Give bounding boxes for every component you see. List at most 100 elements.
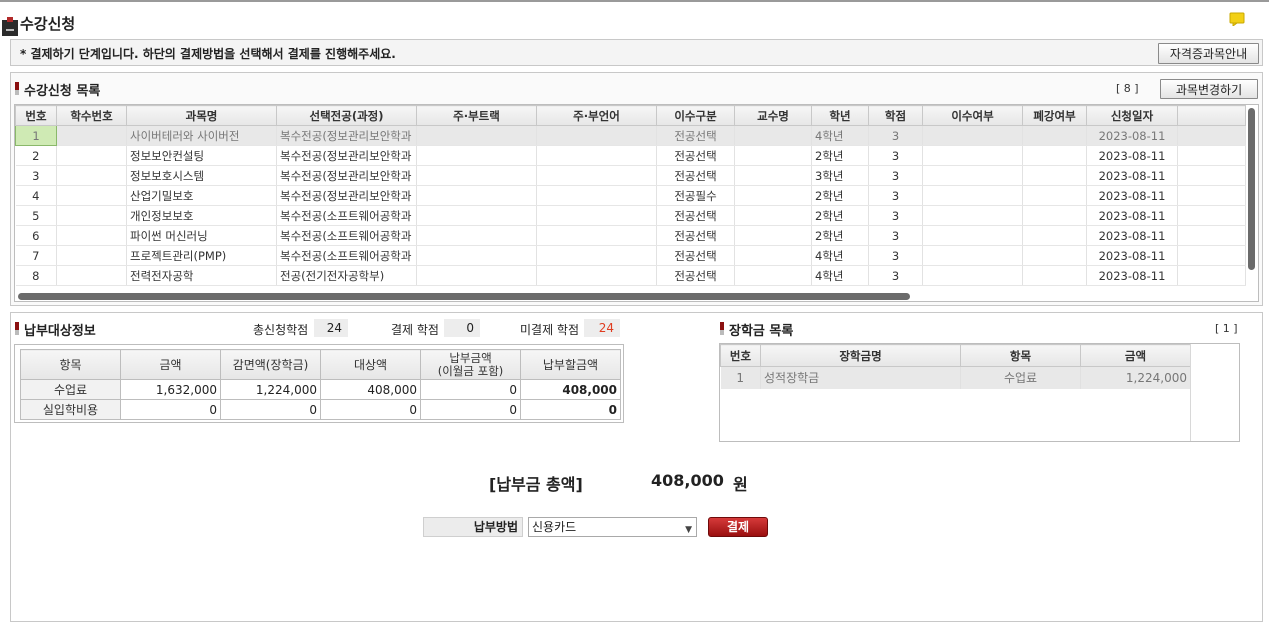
grade-year[interactable]: 4학년 xyxy=(811,245,869,266)
completed-status[interactable] xyxy=(922,145,1023,166)
row-number[interactable]: 4 xyxy=(15,185,57,206)
course-name[interactable]: 정보보안컨설팅 xyxy=(126,145,277,166)
apply-date[interactable]: 2023-08-11 xyxy=(1086,185,1178,206)
credits[interactable]: 3 xyxy=(868,245,923,266)
cert-course-button[interactable]: 자격증과목안내 xyxy=(1158,43,1259,64)
credits[interactable]: 3 xyxy=(868,125,923,146)
major-track[interactable]: 복수전공(정보관리보안학과 xyxy=(276,165,417,186)
credits[interactable]: 3 xyxy=(868,185,923,206)
col-header[interactable]: 선택전공(과정) xyxy=(276,105,417,126)
table-row[interactable]: 6 파이썬 머신러닝 복수전공(소프트웨어공학과 전공선택 2학년 3 2023-08-11 xyxy=(15,225,1246,246)
table-row[interactable]: 4 산업기밀보호 복수전공(정보관리보안학과 전공필수 2학년 3 2023-08-11 xyxy=(15,185,1246,206)
closed-status[interactable] xyxy=(1022,265,1087,286)
col-header[interactable]: 과목명 xyxy=(126,105,277,126)
col-header[interactable]: 학수번호 xyxy=(56,105,127,126)
col-header[interactable]: 항목 xyxy=(960,344,1081,367)
completed-status[interactable] xyxy=(922,185,1023,206)
main-sub-track[interactable] xyxy=(416,125,537,146)
main-sub-track[interactable] xyxy=(416,225,537,246)
credits[interactable]: 3 xyxy=(868,165,923,186)
completion-type[interactable]: 전공선택 xyxy=(656,165,735,186)
major-track[interactable]: 복수전공(정보관리보안학과 xyxy=(276,125,417,146)
completion-type[interactable]: 전공선택 xyxy=(656,245,735,266)
main-sub-track[interactable] xyxy=(416,205,537,226)
professor-name[interactable] xyxy=(734,245,812,266)
course-name[interactable]: 사이버테러와 사이버전 xyxy=(126,125,277,146)
row-number[interactable]: 6 xyxy=(15,225,57,246)
table-row[interactable]: 8 전력전자공학 전공(전기전자공학부) 전공선택 4학년 3 2023-08-11 xyxy=(15,265,1246,286)
apply-date[interactable]: 2023-08-11 xyxy=(1086,225,1178,246)
row-number[interactable]: 7 xyxy=(15,245,57,266)
course-code[interactable] xyxy=(56,185,127,206)
professor-name[interactable] xyxy=(734,125,812,146)
course-code[interactable] xyxy=(56,225,127,246)
professor-name[interactable] xyxy=(734,165,812,186)
col-header[interactable]: 교수명 xyxy=(734,105,812,126)
vertical-scrollbar[interactable] xyxy=(1248,108,1255,270)
main-sub-track[interactable] xyxy=(416,145,537,166)
col-header[interactable]: 번호 xyxy=(15,105,57,126)
major-track[interactable]: 복수전공(소프트웨어공학과 xyxy=(276,245,417,266)
pay-button[interactable]: 결제 xyxy=(708,517,768,537)
major-track[interactable]: 복수전공(소프트웨어공학과 xyxy=(276,205,417,226)
course-code[interactable] xyxy=(56,245,127,266)
major-track[interactable]: 복수전공(정보관리보안학과 xyxy=(276,185,417,206)
main-sub-language[interactable] xyxy=(536,205,657,226)
closed-status[interactable] xyxy=(1022,245,1087,266)
table-row[interactable]: 7 프로젝트관리(PMP) 복수전공(소프트웨어공학과 전공선택 4학년 3 2023-08… xyxy=(15,245,1246,266)
grade-year[interactable]: 2학년 xyxy=(811,205,869,226)
main-sub-language[interactable] xyxy=(536,185,657,206)
memo-icon[interactable] xyxy=(1229,12,1245,26)
completion-type[interactable]: 전공선택 xyxy=(656,225,735,246)
course-name[interactable]: 프로젝트관리(PMP) xyxy=(126,245,277,266)
apply-date[interactable]: 2023-08-11 xyxy=(1086,205,1178,226)
main-sub-language[interactable] xyxy=(536,145,657,166)
col-header[interactable]: 금액 xyxy=(1080,344,1191,367)
grade-year[interactable]: 2학년 xyxy=(811,145,869,166)
row-number[interactable]: 3 xyxy=(15,165,57,186)
main-sub-language[interactable] xyxy=(536,165,657,186)
row-number[interactable]: 2 xyxy=(15,145,57,166)
main-sub-track[interactable] xyxy=(416,265,537,286)
col-header[interactable]: 장학금명 xyxy=(760,344,961,367)
row-number[interactable]: 5 xyxy=(15,205,57,226)
apply-date[interactable]: 2023-08-11 xyxy=(1086,245,1178,266)
col-header[interactable]: 신청일자 xyxy=(1086,105,1178,126)
professor-name[interactable] xyxy=(734,225,812,246)
apply-date[interactable]: 2023-08-11 xyxy=(1086,165,1178,186)
change-course-button[interactable]: 과목변경하기 xyxy=(1160,79,1258,99)
main-sub-track[interactable] xyxy=(416,165,537,186)
completion-type[interactable]: 전공선택 xyxy=(656,145,735,166)
credits[interactable]: 3 xyxy=(868,265,923,286)
credits[interactable]: 3 xyxy=(868,145,923,166)
table-row[interactable]: 3 정보보호시스템 복수전공(정보관리보안학과 전공선택 3학년 3 2023-08-11 xyxy=(15,165,1246,186)
closed-status[interactable] xyxy=(1022,205,1087,226)
completion-type[interactable]: 전공선택 xyxy=(656,205,735,226)
table-row[interactable]: 1 성적장학금 수업료 1,224,000 xyxy=(720,366,1191,389)
completion-type[interactable]: 전공필수 xyxy=(656,185,735,206)
row-number[interactable]: 1 xyxy=(15,125,57,146)
completed-status[interactable] xyxy=(922,125,1023,146)
main-sub-track[interactable] xyxy=(416,245,537,266)
row-number[interactable]: 8 xyxy=(15,265,57,286)
closed-status[interactable] xyxy=(1022,145,1087,166)
table-row[interactable]: 2 정보보안컨설팅 복수전공(정보관리보안학과 전공선택 2학년 3 2023-08-11 xyxy=(15,145,1246,166)
apply-date[interactable]: 2023-08-11 xyxy=(1086,265,1178,286)
col-header[interactable]: 주·부트랙 xyxy=(416,105,537,126)
table-row[interactable]: 5 개인정보보호 복수전공(소프트웨어공학과 전공선택 2학년 3 2023-08-11 xyxy=(15,205,1246,226)
course-code[interactable] xyxy=(56,205,127,226)
main-sub-language[interactable] xyxy=(536,245,657,266)
table-row[interactable]: 1 사이버테러와 사이버전 복수전공(정보관리보안학과 전공선택 4학년 3 2023-08… xyxy=(15,125,1246,146)
course-code[interactable] xyxy=(56,165,127,186)
col-header[interactable]: 폐강여부 xyxy=(1022,105,1087,126)
scholarship-item[interactable]: 수업료 xyxy=(960,366,1081,389)
main-sub-language[interactable] xyxy=(536,265,657,286)
scholarship-amount[interactable]: 1,224,000 xyxy=(1080,366,1191,389)
course-name[interactable]: 정보보호시스템 xyxy=(126,165,277,186)
closed-status[interactable] xyxy=(1022,125,1087,146)
completed-status[interactable] xyxy=(922,245,1023,266)
course-code[interactable] xyxy=(56,125,127,146)
main-sub-track[interactable] xyxy=(416,185,537,206)
apply-date[interactable]: 2023-08-11 xyxy=(1086,125,1178,146)
professor-name[interactable] xyxy=(734,205,812,226)
